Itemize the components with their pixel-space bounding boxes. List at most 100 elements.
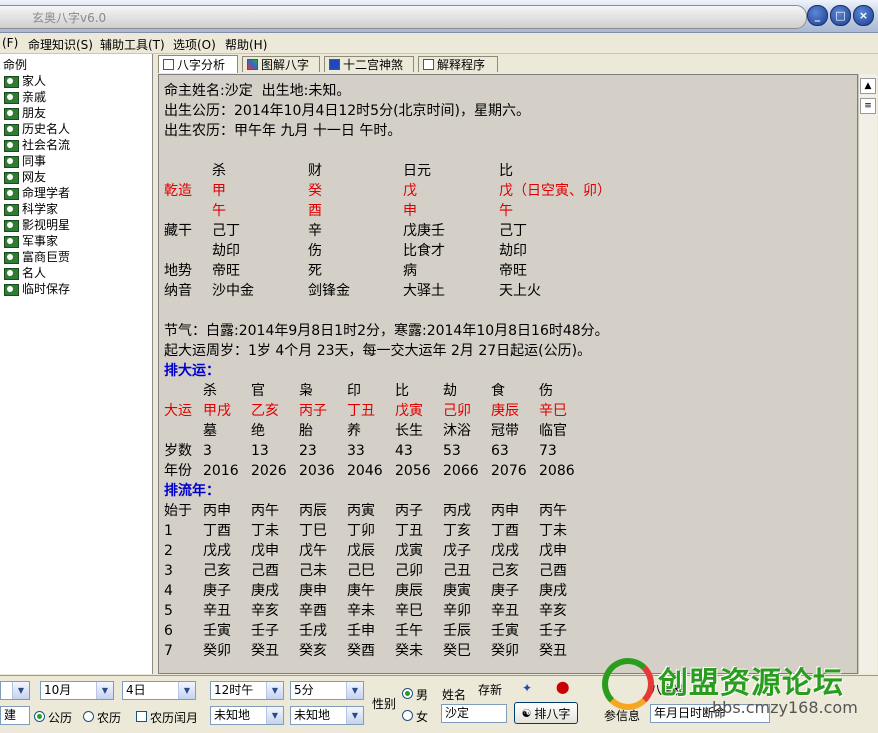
document-icon [163, 59, 174, 70]
save-label[interactable]: 存新 [478, 681, 502, 698]
tree-item[interactable]: 富商巨贾 [4, 248, 70, 264]
tree-item[interactable]: 网友 [4, 168, 46, 184]
tab-label: 十二宫神煞 [343, 58, 404, 72]
tree-item[interactable]: 同事 [4, 152, 46, 168]
menu-file[interactable]: (F) [2, 36, 18, 50]
tab-bazi-analysis[interactable]: 八字分析 [158, 55, 238, 73]
pillar-stem: 甲 [212, 183, 226, 199]
month-select[interactable]: 10月 ▼ [40, 681, 114, 700]
tree-item[interactable]: 社会名流 [4, 136, 70, 152]
liunian-cell: 庚子 [203, 583, 231, 599]
qianzao-label: 乾造 [164, 183, 192, 199]
year-label: 年份 [164, 463, 192, 479]
folder-icon [4, 122, 19, 136]
folder-icon [4, 202, 19, 216]
stop-icon[interactable]: ⬤ [556, 680, 569, 694]
paipan-label: 排八字 [534, 706, 571, 721]
scroll-thumb[interactable]: ≡ [860, 98, 876, 114]
nayin-cell: 沙中金 [212, 283, 254, 299]
dayun-cell: 甲戌 [203, 403, 231, 419]
tree-item-label: 名人 [22, 265, 47, 280]
minimize-icon[interactable]: _ [807, 5, 828, 26]
dayun-state: 长生 [395, 423, 423, 439]
watermark-logo-icon [602, 658, 654, 710]
female-radio[interactable] [402, 710, 413, 721]
age-cell: 63 [491, 443, 509, 459]
region-select-2[interactable]: 未知地 ▼ [290, 706, 364, 725]
liunian-row-label: 2 [164, 543, 173, 559]
left-field[interactable]: 建 [0, 706, 30, 725]
folder-icon [4, 90, 19, 104]
liunian-cell: 丁酉 [491, 523, 519, 539]
liunian-cell: 壬戌 [299, 623, 327, 639]
day-select[interactable]: 4日 ▼ [122, 681, 196, 700]
liunian-row-label: 4 [164, 583, 173, 599]
scroll-up-icon[interactable]: ▲ [860, 78, 876, 94]
nayin-cell: 天上火 [499, 283, 541, 299]
wand-icon[interactable]: ✦ [522, 681, 532, 695]
tree-item[interactable]: 家人 [4, 72, 46, 88]
tab-label: 解释程序 [437, 58, 486, 72]
dayun-state: 临官 [539, 423, 567, 439]
tree-item[interactable]: 名人 [4, 264, 46, 280]
tree-item[interactable]: 军事家 [4, 232, 58, 248]
region-select-1[interactable]: 未知地 ▼ [210, 706, 284, 725]
tree-item[interactable]: 影视明星 [4, 216, 70, 232]
tab-twelve-palaces[interactable]: 十二宫神煞 [324, 56, 414, 72]
liunian-cell: 己酉 [539, 563, 567, 579]
liunian-cell: 庚子 [491, 583, 519, 599]
tree-item-label: 家人 [22, 73, 47, 88]
report-scrollbar[interactable]: ▲ ≡ [858, 74, 877, 674]
tree-item[interactable]: 科学家 [4, 200, 58, 216]
tree-item-label: 社会名流 [22, 137, 71, 152]
folder-icon [4, 250, 19, 264]
hour-select[interactable]: 12时午 ▼ [210, 681, 284, 700]
folder-icon [4, 74, 19, 88]
canggan-cell: 己丁 [212, 223, 240, 239]
liunian-cell: 庚寅 [443, 583, 471, 599]
menu-options[interactable]: 选项(O) [173, 36, 216, 53]
menu-knowledge[interactable]: 命理知识(S) [28, 36, 93, 53]
liunian-row-label: 始于 [164, 503, 192, 519]
year-cell: 2036 [299, 463, 335, 479]
liunian-cell: 壬寅 [203, 623, 231, 639]
chevron-down-icon: ▼ [96, 682, 113, 699]
tab-diagram[interactable]: 图解八字 [242, 56, 320, 72]
grid-icon [329, 59, 340, 70]
pillar-god: 财 [308, 163, 322, 179]
region2-value: 未知地 [294, 708, 331, 722]
liunian-cell: 庚戌 [539, 583, 567, 599]
dishi-cell: 帝旺 [212, 263, 240, 279]
name-input[interactable]: 沙定 [441, 704, 507, 723]
male-radio[interactable] [402, 688, 413, 699]
leap-month-checkbox[interactable] [136, 711, 147, 722]
canggan-god: 比食才 [403, 243, 445, 259]
tree-item[interactable]: 朋友 [4, 104, 46, 120]
folder-icon [4, 282, 19, 296]
tree-item[interactable]: 命理学者 [4, 184, 70, 200]
solar-line: 出生公历：2014年10月4日12时5分(北京时间)，星期六。 [164, 103, 530, 119]
tree-root[interactable]: 命例 [3, 56, 27, 73]
solar-radio[interactable] [34, 711, 45, 722]
menu-tools[interactable]: 辅助工具(T) [100, 36, 165, 53]
lunar-radio[interactable] [83, 711, 94, 722]
tree-item[interactable]: 历史名人 [4, 120, 70, 136]
tree-item[interactable]: 临时保存 [4, 280, 70, 296]
liunian-row-label: 6 [164, 623, 173, 639]
menu-help[interactable]: 帮助(H) [225, 36, 267, 53]
tree-item[interactable]: 亲戚 [4, 88, 46, 104]
leap-month-label: 农历闰月 [150, 711, 199, 725]
year-select[interactable]: ▼ [0, 681, 30, 700]
paipan-button[interactable]: ☯ 排八字 [514, 702, 578, 724]
dayun-state: 绝 [251, 423, 265, 439]
age-cell: 3 [203, 443, 212, 459]
maximize-icon[interactable]: □ [830, 5, 851, 26]
minute-select[interactable]: 5分 ▼ [290, 681, 364, 700]
close-icon[interactable]: × [853, 5, 874, 26]
minute-value: 5分 [294, 683, 314, 697]
jieqi-line: 节气：白露:2014年9月8日1时2分，寒露:2014年10月8日16时48分。 [164, 323, 609, 339]
folder-icon [4, 234, 19, 248]
tab-explain[interactable]: 解释程序 [418, 56, 498, 72]
chevron-down-icon: ▼ [266, 682, 283, 699]
year-cell: 2086 [539, 463, 575, 479]
